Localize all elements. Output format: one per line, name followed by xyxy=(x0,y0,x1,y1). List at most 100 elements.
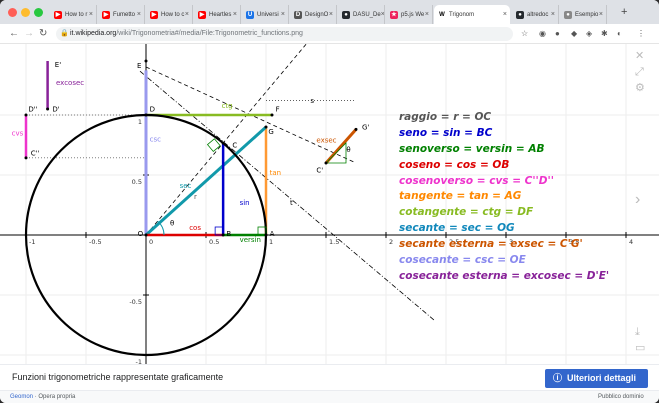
favicon-icon: ▶ xyxy=(150,10,158,19)
close-tab-icon[interactable]: × xyxy=(599,11,603,18)
close-tab-icon[interactable]: × xyxy=(281,11,285,18)
image-caption: Funzioni trigonometriche rappresentate g… xyxy=(12,372,224,382)
tab-label: DASU_De xyxy=(353,11,381,18)
segment-label: versin xyxy=(240,236,261,244)
point-label: O xyxy=(138,230,144,238)
y-tick-label: -0.5 xyxy=(129,298,142,306)
legend-entry: cotangente = ctg = DF xyxy=(399,206,534,219)
x-tick-label: -1 xyxy=(29,238,35,246)
forward-icon[interactable]: → xyxy=(24,27,34,41)
close-tab-icon[interactable]: × xyxy=(137,11,141,18)
media-viewer: -1 -0.5 0 0.5 1 1.5 2 2.5 3 3.5 4 1 0.5 -0.5 -1 E E' D D' D… xyxy=(0,44,659,364)
extension-icon[interactable]: ◆ xyxy=(571,29,577,39)
segment-label: ctg xyxy=(222,102,233,110)
favicon-icon: ● xyxy=(564,10,572,19)
tab-9[interactable]: ● altredoc × xyxy=(512,5,559,24)
favicon-icon: ● xyxy=(516,10,524,19)
close-tab-icon[interactable]: × xyxy=(551,11,555,18)
reload-icon[interactable]: ↻ xyxy=(39,27,47,41)
back-icon[interactable]: ← xyxy=(9,27,19,41)
legend-entry: senoverso = versin = AB xyxy=(399,142,545,155)
point-label: t xyxy=(290,199,293,207)
extension-icon[interactable]: ◉ xyxy=(539,29,546,39)
legend-entry: secante esterna = exsec = C'G' xyxy=(399,238,583,251)
tab-2[interactable]: ▶ How to c × xyxy=(146,5,193,24)
point-label: C' xyxy=(316,167,323,175)
point-label: D' xyxy=(52,105,59,113)
y-tick-label: 0.5 xyxy=(132,178,142,186)
maximize-window-icon[interactable] xyxy=(34,8,43,17)
point-marker xyxy=(221,233,225,237)
x-tick-label: 1 xyxy=(269,238,273,246)
segment-label: csc xyxy=(150,135,161,143)
tab-6[interactable]: ● DASU_De × xyxy=(338,5,385,24)
close-viewer-icon[interactable]: ✕ xyxy=(635,50,644,62)
author-link[interactable]: Geomon xyxy=(10,394,33,400)
embed-icon[interactable]: ▭ xyxy=(635,342,645,354)
minimize-window-icon[interactable] xyxy=(21,8,30,17)
tab-label: Universi xyxy=(257,11,279,18)
tab-1[interactable]: ▶ Fumetto × xyxy=(98,5,145,24)
menu-icon[interactable]: ⋮ xyxy=(637,29,645,39)
extension-icon[interactable]: ◈ xyxy=(586,29,592,39)
close-tab-icon[interactable]: × xyxy=(185,11,189,18)
lock-icon: 🔒 xyxy=(60,30,69,37)
point-marker xyxy=(24,113,28,117)
tab-label: p5.js We xyxy=(401,11,425,18)
x-tick-label: 0.5 xyxy=(209,238,219,246)
x-tick-label: 4 xyxy=(629,238,633,246)
address-bar[interactable]: 🔒 it.wikipedia.org/wiki/Trigonometria#/m… xyxy=(56,27,513,41)
point-label: G xyxy=(268,128,273,136)
next-image-icon[interactable]: › xyxy=(635,192,640,208)
tab-10[interactable]: ● Esempio × xyxy=(560,5,607,24)
profile-icon[interactable]: ◐ xyxy=(617,29,622,39)
point-label: C'' xyxy=(31,149,40,157)
bookmark-star-icon[interactable]: ☆ xyxy=(521,29,528,39)
y-tick-label: 1 xyxy=(138,118,142,126)
expand-icon[interactable]: ⤢ xyxy=(635,66,644,78)
segment-label: θ xyxy=(170,219,174,227)
tab-5[interactable]: D DesignO × xyxy=(290,5,337,24)
tab-label: How to c xyxy=(161,11,185,18)
point-marker xyxy=(264,233,268,237)
tab-label: How to r xyxy=(65,11,88,18)
favicon-icon: U xyxy=(246,10,254,19)
close-tab-icon[interactable]: × xyxy=(381,11,384,18)
legend-entry: tangente = tan = AG xyxy=(399,190,522,203)
close-tab-icon[interactable]: × xyxy=(425,11,429,18)
close-tab-icon[interactable]: × xyxy=(329,11,333,18)
tab-label: DesignO xyxy=(305,11,329,18)
close-tab-icon[interactable]: × xyxy=(503,11,507,18)
download-icon[interactable]: ⤓ xyxy=(635,326,640,338)
tab-3[interactable]: ▶ Heartles × xyxy=(194,5,241,24)
favicon-icon: ● xyxy=(342,10,350,19)
settings-icon[interactable]: ⚙ xyxy=(635,82,645,94)
close-window-icon[interactable] xyxy=(8,8,17,17)
legend-entry: secante = sec = OG xyxy=(399,222,515,235)
close-tab-icon[interactable]: × xyxy=(89,11,93,18)
new-tab-button[interactable]: + xyxy=(621,7,627,18)
tab-label: Esempio xyxy=(575,11,599,18)
point-label: B xyxy=(226,230,231,238)
tab-8[interactable]: W Trigonom × xyxy=(434,5,510,24)
legend: raggio = r = OC seno = sin = BC senoverso … xyxy=(399,110,609,285)
point-label: A xyxy=(270,230,275,238)
close-tab-icon[interactable]: × xyxy=(233,11,237,18)
x-tick-label: -0.5 xyxy=(89,238,102,246)
legend-entry: cosecante esterna = excosec = D'E' xyxy=(399,269,610,282)
tab-7[interactable]: ★ p5.js We × xyxy=(386,5,433,24)
point-label: E' xyxy=(55,61,61,69)
puzzle-icon[interactable]: ✱ xyxy=(601,29,608,39)
attribution-bar: Geomon · Opera propria Pubblico dominio xyxy=(0,390,659,403)
x-tick-label: 1.5 xyxy=(329,238,339,246)
tab-0[interactable]: ▶ How to r × xyxy=(50,5,97,24)
more-details-button[interactable]: ⓘ Ulteriori dettagli xyxy=(545,369,648,388)
favicon-icon: ★ xyxy=(390,10,398,19)
tab-4[interactable]: U Universi × xyxy=(242,5,289,24)
tab-label: Fumetto xyxy=(113,11,136,18)
favicon-icon: ▶ xyxy=(54,10,62,19)
legend-entry: coseno = cos = OB xyxy=(399,158,510,171)
point-label: D xyxy=(150,105,155,113)
extension-icon[interactable]: ● xyxy=(555,29,560,39)
license[interactable]: Pubblico dominio xyxy=(598,391,644,403)
